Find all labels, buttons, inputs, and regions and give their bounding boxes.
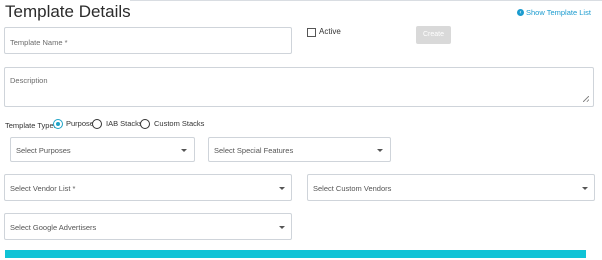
select-google-advertisers[interactable]: Select Google Advertisers: [4, 213, 292, 240]
resize-handle-icon[interactable]: [583, 96, 589, 102]
select-vendor-list-placeholder: Select Vendor List *: [10, 184, 76, 193]
select-google-advertisers-placeholder: Select Google Advertisers: [10, 223, 97, 232]
show-template-list-link[interactable]: ‹ Show Template List: [517, 8, 591, 17]
select-purposes[interactable]: Select Purposes: [10, 137, 195, 162]
select-special-features[interactable]: Select Special Features: [208, 137, 391, 162]
radio-purpose-label: Purpose: [66, 119, 94, 128]
caret-down-icon: [181, 149, 187, 152]
template-name-field[interactable]: Template Name *: [4, 27, 292, 54]
radio-iab-stacks[interactable]: [92, 119, 102, 129]
template-type-label: Template Type:: [5, 121, 56, 130]
page-title: Template Details: [5, 2, 131, 21]
select-special-features-placeholder: Select Special Features: [214, 146, 294, 155]
create-button[interactable]: Create: [416, 26, 451, 44]
radio-iab-stacks-label: IAB Stacks: [106, 119, 143, 128]
select-custom-vendors-placeholder: Select Custom Vendors: [313, 184, 392, 193]
bottom-accent-bar: [5, 250, 586, 258]
select-custom-vendors[interactable]: Select Custom Vendors: [307, 174, 595, 201]
radio-custom-stacks[interactable]: [140, 119, 150, 129]
select-vendor-list[interactable]: Select Vendor List *: [4, 174, 292, 201]
description-field[interactable]: Description: [4, 67, 594, 107]
caret-down-icon: [377, 149, 383, 152]
template-details-page: Template Details ‹ Show Template List Te…: [0, 0, 602, 260]
caret-down-icon: [279, 187, 285, 190]
description-placeholder: Description: [10, 76, 48, 85]
active-label: Active: [319, 27, 341, 36]
radio-custom-stacks-label: Custom Stacks: [154, 119, 205, 128]
select-purposes-placeholder: Select Purposes: [16, 146, 71, 155]
top-divider: [130, 0, 602, 1]
caret-down-icon: [279, 226, 285, 229]
chevron-left-circle-icon: ‹: [517, 9, 524, 16]
template-name-placeholder: Template Name *: [10, 38, 68, 47]
active-checkbox[interactable]: [307, 28, 316, 37]
caret-down-icon: [582, 187, 588, 190]
show-template-list-label: Show Template List: [526, 8, 591, 17]
radio-purpose[interactable]: [53, 119, 63, 129]
